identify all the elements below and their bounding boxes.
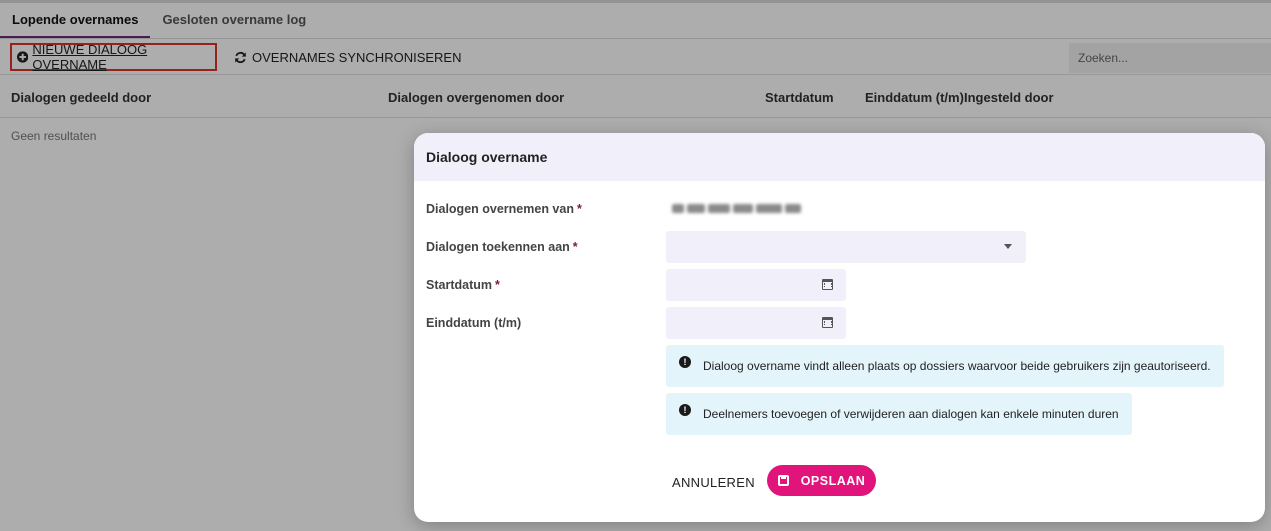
required-marker: * xyxy=(576,202,582,216)
dialog-takeover-modal: Dialoog overname Dialogen overnemen van *… xyxy=(414,133,1265,522)
duration-note: ! Deelnemers toevoegen of verwijderen aa… xyxy=(666,393,1132,435)
field-label-text: Dialogen toekennen aan xyxy=(426,240,570,254)
calendar-icon[interactable] xyxy=(822,317,833,328)
chevron-down-icon xyxy=(1004,244,1012,249)
info-icon: ! xyxy=(679,356,691,368)
start-date-input[interactable] xyxy=(666,269,846,301)
cancel-button[interactable]: ANNULEREN xyxy=(672,467,755,497)
end-date-input[interactable] xyxy=(666,307,846,339)
field-label-startdatum: Startdatum * xyxy=(426,278,500,292)
calendar-icon[interactable] xyxy=(822,279,833,290)
blurred-user-name xyxy=(672,201,804,215)
save-button[interactable]: OPSLAAN xyxy=(767,465,876,496)
duration-note-text: Deelnemers toevoegen of verwijderen aan … xyxy=(703,407,1119,421)
dialog-header: Dialoog overname xyxy=(414,133,1265,181)
field-label-text: Dialogen overnemen van xyxy=(426,202,574,216)
required-marker: * xyxy=(494,278,500,292)
field-label-overnemen-van: Dialogen overnemen van * xyxy=(426,202,582,216)
assign-to-select[interactable] xyxy=(666,231,1026,263)
floppy-disk-icon xyxy=(777,475,789,486)
authorization-note-text: Dialoog overname vindt alleen plaats op … xyxy=(703,359,1211,373)
dialog-title: Dialoog overname xyxy=(426,149,548,165)
field-label-text: Einddatum (t/m) xyxy=(426,316,522,330)
field-label-text: Startdatum xyxy=(426,278,492,292)
required-marker: * xyxy=(572,240,578,254)
authorization-note: ! Dialoog overname vindt alleen plaats o… xyxy=(666,345,1224,387)
field-label-einddatum: Einddatum (t/m) xyxy=(426,316,524,330)
save-button-label: OPSLAAN xyxy=(800,473,866,488)
info-icon: ! xyxy=(679,404,691,416)
field-label-toekennen-aan: Dialogen toekennen aan * xyxy=(426,240,578,254)
